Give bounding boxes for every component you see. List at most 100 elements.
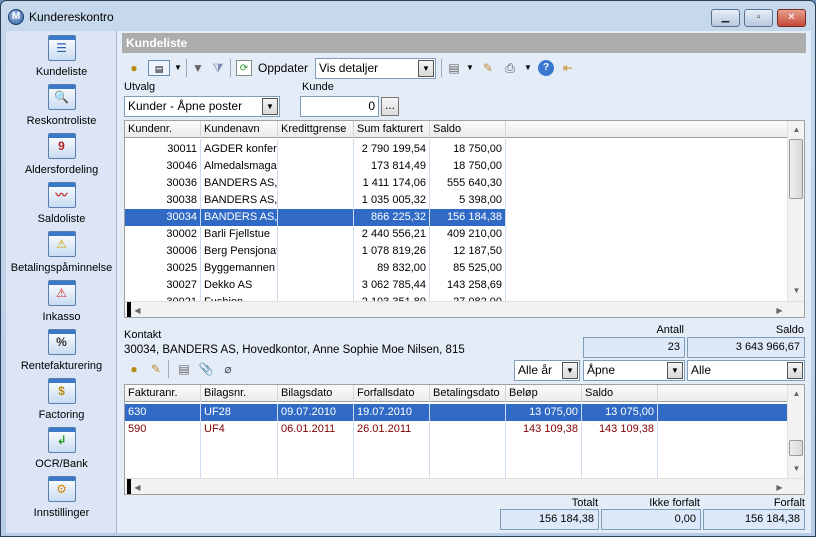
table-row[interactable]: 30025Byggemannen AS 89 832,0085 525,00 [125,260,506,277]
table-row[interactable]: 630 UF28 09.07.2010 19.07.2010 13 075,00 13 0… [125,404,788,421]
sidebar-item-ocr-bank[interactable]: ↲ OCR/Bank [6,425,117,473]
customer-vertical-scrollbar[interactable]: ▲ ▼ [787,121,804,301]
minimize-button[interactable]: ▁ [711,9,740,27]
sidebar-item-innstillinger[interactable]: ⚙ Innstillinger [6,474,117,522]
scroll-left-icon[interactable]: ◀ [129,479,146,494]
cell-sum: 1 078 819,26 [354,243,430,260]
column-header[interactable]: Forfallsdato [354,385,430,402]
table-row[interactable]: 30006 Berg Pensjonat 1 078 819,26 12 187,50 [125,243,506,260]
sidebar-item-betalingspåminnelse[interactable]: ⚠ Betalingspåminnelse [6,229,117,277]
properties-icon[interactable]: ✎ [480,60,496,76]
chevron-down-icon[interactable]: ▼ [787,362,803,379]
column-header[interactable]: Kundenr. [125,121,201,138]
maximize-button[interactable]: ▫ [744,9,773,27]
filter-settings-icon[interactable]: ⧩ [210,60,226,76]
column-header[interactable]: Saldo [582,385,658,402]
type-select[interactable]: Alle ▼ [687,360,805,381]
sidebar-item-kundeliste[interactable]: ☰ Kundeliste [6,33,117,81]
cell-nr: 30011 [125,141,201,158]
exit-door-icon[interactable]: ⇤ [560,60,576,76]
chevron-down-icon[interactable]: ▼ [520,60,536,76]
sidebar-item-reskontroliste[interactable]: 🔍 Reskontroliste [6,82,117,130]
column-header[interactable]: Bilagsdato [278,385,354,402]
cell-belop: 13 075,00 [506,404,582,421]
title-bar[interactable]: M Kundereskontro ▁ ▫ ✕ [1,1,815,31]
sidebar-item-aldersfordeling[interactable]: 9 Aldersfordeling [6,131,117,179]
scroll-up-icon[interactable]: ▲ [788,385,804,402]
refresh-icon[interactable]: ⟳ [236,60,252,76]
sidebar-item-rentefakturering[interactable]: % Rentefakturering [6,327,117,375]
browse-customer-button[interactable]: ... [381,97,399,116]
filter-icon[interactable]: ▼ [190,60,206,76]
invoice-grid-header: Fakturanr. Bilagsnr. Bilagsdato Forfallsdat… [125,385,788,402]
status-select[interactable]: Åpne ▼ [583,360,685,381]
column-header[interactable]: Fakturanr. [125,385,201,402]
column-header[interactable]: Bilagsnr. [201,385,278,402]
close-button[interactable]: ✕ [777,9,806,27]
help-icon[interactable]: ? [538,60,554,76]
customer-horizontal-scrollbar[interactable]: ◀ ▶ [125,301,804,317]
scroll-right-icon[interactable]: ▶ [771,479,788,494]
sidebar-item-saldoliste[interactable]: 〰 Saldoliste [6,180,117,228]
attachment-icon[interactable]: 📎 [198,361,214,377]
contact-card-icon[interactable]: ▤ [148,60,170,76]
chevron-down-icon[interactable]: ▼ [562,362,578,379]
edit-note-icon[interactable]: ✎ [148,361,164,377]
coins-icon[interactable]: ● [126,60,142,76]
scroll-down-icon[interactable]: ▼ [788,282,804,299]
column-header[interactable]: Beløp [506,385,582,402]
cell-saldo: 156 184,38 [430,209,506,226]
cell-nr: 30038 [125,192,201,209]
year-select[interactable]: Alle år ▼ [514,360,580,381]
column-header[interactable]: Kundenavn [201,121,278,138]
table-row[interactable]: 30002 Barli Fjellstue 2 440 556,21 409 210,… [125,226,506,243]
cell-limit [278,192,354,209]
chevron-down-icon[interactable]: ▼ [462,60,478,76]
sidebar-item-factoring[interactable]: $ Factoring [6,376,117,424]
cell-saldo: 18 750,00 [430,141,506,158]
invoice-horizontal-scrollbar[interactable]: ◀ ▶ [125,478,804,494]
table-row[interactable]: 30011AGDER konferanse 2 790 199,5418 750,… [125,141,506,158]
type-select-value: Alle [691,363,712,377]
utvalg-label: Utvalg [124,81,156,93]
refresh-button[interactable]: Oppdater [258,61,308,75]
column-header[interactable]: Sum fakturert [354,121,430,138]
table-row[interactable]: 30027 Dekko AS 3 062 785,44 143 258,69 [125,277,506,294]
scroll-thumb[interactable] [789,139,803,199]
sidebar-item-inkasso[interactable]: ⚠ Inkasso [6,278,117,326]
table-row[interactable]: 590 UF4 06.01.2011 26.01.2011 143 109,38 143 … [125,421,658,438]
ikke-forfalt-label: Ikke forfalt [649,497,700,509]
scroll-thumb[interactable] [789,440,803,456]
table-row[interactable]: 30036 BANDERS AS, 1 411 174,06 555 640,30 [125,175,506,192]
sidebar-item-label: Inkasso [42,311,81,323]
column-header[interactable]: Kredittgrense [278,121,354,138]
kunde-input[interactable]: 0 [300,96,379,117]
scroll-right-icon[interactable]: ▶ [771,302,788,317]
column-header[interactable]: Saldo [430,121,506,138]
antall-label: Antall [656,324,684,336]
scroll-left-icon[interactable]: ◀ [129,302,146,317]
chevron-down-icon[interactable]: ▼ [170,60,186,76]
scroll-down-icon[interactable]: ▼ [788,460,804,477]
unlink-icon[interactable]: ⌀ [220,361,236,377]
utvalg-select[interactable]: Kunder - Åpne poster ▼ [124,96,280,117]
coins-icon[interactable]: ● [126,361,142,377]
chevron-down-icon[interactable]: ▼ [262,98,278,115]
table-row[interactable]: 30038 BANDERS AS, 1 035 005,32 5 398,00 [125,192,506,209]
document-icon[interactable]: ▤ [446,60,462,76]
calendar-icon: 9 [47,133,76,159]
chart-list-icon: 〰 [47,182,76,208]
cell-name: BANDERS AS, [201,192,278,209]
table-row[interactable]: 30046Almedalsmagasin 173 814,4918 750,00 [125,158,506,175]
sidebar-item-label: Kundeliste [35,66,88,78]
document-icon[interactable]: ▤ [176,361,192,377]
table-row[interactable]: 30034 BANDERS AS, 866 225,32 156 184,38 [125,209,506,226]
chevron-down-icon[interactable]: ▼ [667,362,683,379]
sidebar-item-label: Innstillinger [33,507,90,519]
column-header[interactable]: Betalingsdato [430,385,506,402]
view-select[interactable]: Vis detaljer ▼ [315,58,436,79]
printer-icon[interactable]: ⎙ [502,60,518,76]
scroll-up-icon[interactable]: ▲ [788,121,804,138]
chevron-down-icon[interactable]: ▼ [418,60,434,77]
invoice-vertical-scrollbar[interactable]: ▲ ▼ [787,385,804,478]
